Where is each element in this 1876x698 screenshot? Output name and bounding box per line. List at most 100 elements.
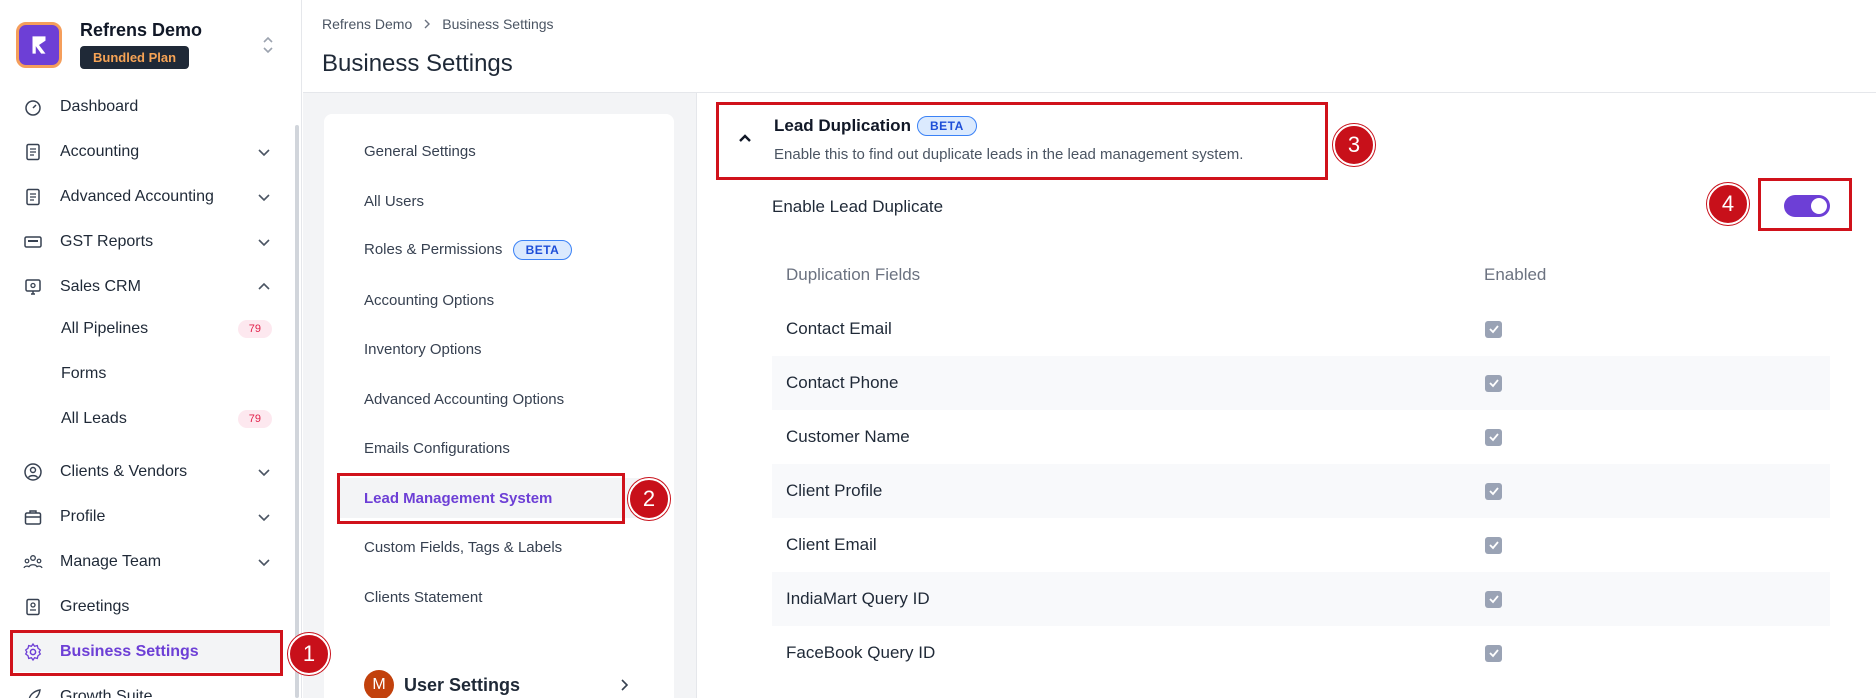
chevron-down-icon <box>256 509 272 525</box>
column-header-enabled: Enabled <box>1484 265 1547 284</box>
sidebar-item-accounting[interactable]: Accounting <box>10 132 282 172</box>
count-badge: 79 <box>237 410 272 428</box>
settings-item-label: Inventory Options <box>364 340 482 358</box>
panel-divider <box>696 93 697 698</box>
sidebar-item-forms[interactable]: Forms <box>10 354 282 394</box>
field-enabled-checkbox[interactable] <box>1485 482 1502 500</box>
chevron-up-icon <box>256 279 272 295</box>
settings-item-label: Roles & Permissions <box>364 240 503 258</box>
sidebar-item-sales-crm[interactable]: Sales CRM <box>10 267 282 307</box>
chevron-right-icon <box>422 17 432 32</box>
enable-lead-duplicate-toggle[interactable] <box>1784 195 1830 217</box>
settings-item-lead-management-system[interactable]: Lead Management System <box>340 478 640 518</box>
sidebar-scrollbar[interactable] <box>295 125 299 698</box>
field-enabled-checkbox[interactable] <box>1485 536 1502 554</box>
field-name: Customer Name <box>786 427 910 446</box>
settings-item-roles-permissions[interactable]: Roles & Permissions BETA <box>340 230 640 270</box>
sidebar-item-clients-vendors[interactable]: Clients & Vendors <box>10 452 282 492</box>
settings-item-inventory-options[interactable]: Inventory Options <box>340 329 640 369</box>
settings-item-general[interactable]: General Settings <box>340 131 640 171</box>
step-marker-4: 4 <box>1707 183 1749 225</box>
sidebar-item-dashboard[interactable]: Dashboard <box>10 87 282 127</box>
field-name: FaceBook Query ID <box>786 643 936 662</box>
table-row: Contact Phone <box>772 356 1830 410</box>
field-name: Contact Phone <box>786 373 899 392</box>
field-name: Client Email <box>786 535 877 554</box>
table-row: FaceBook Query ID <box>772 626 1830 680</box>
sidebar-item-label: Forms <box>61 365 107 382</box>
avatar: M <box>364 670 394 698</box>
table-row: Client Profile <box>772 464 1830 518</box>
chevron-down-icon <box>256 554 272 570</box>
field-enabled-checkbox[interactable] <box>1485 320 1502 338</box>
chevron-down-icon <box>256 234 272 250</box>
sidebar-item-label: All Leads <box>61 410 127 427</box>
sidebar-item-greetings[interactable]: Greetings <box>10 587 282 627</box>
breadcrumb-item[interactable]: Refrens Demo <box>322 16 412 32</box>
user-settings-link[interactable]: M User Settings <box>364 669 654 698</box>
sidebar-item-label: Manage Team <box>60 553 162 570</box>
step-marker-3: 3 <box>1333 124 1375 166</box>
field-name: Contact Email <box>786 319 892 338</box>
page-title: Business Settings <box>322 50 513 77</box>
dashboard-icon <box>22 96 44 118</box>
app-root: Refrens Demo Bundled Plan Dashboard Acco… <box>0 0 1876 698</box>
settings-item-advanced-accounting-options[interactable]: Advanced Accounting Options <box>340 379 640 419</box>
settings-item-custom-fields[interactable]: Custom Fields, Tags & Labels <box>340 527 640 567</box>
table-header: Duplication Fields Enabled <box>772 248 1830 302</box>
chevron-up-icon[interactable] <box>736 129 754 147</box>
sidebar-item-profile[interactable]: Profile <box>10 497 282 537</box>
chevron-up-down-icon[interactable] <box>260 33 276 57</box>
duplication-fields-table: Duplication Fields Enabled Contact Email… <box>772 248 1830 680</box>
settings-item-label: Accounting Options <box>364 291 495 309</box>
settings-item-clients-statement[interactable]: Clients Statement <box>340 577 640 617</box>
sidebar-item-gst-reports[interactable]: GST Reports <box>10 222 282 262</box>
settings-item-accounting-options[interactable]: Accounting Options <box>340 280 640 320</box>
settings-menu: General Settings All Users Roles & Permi… <box>324 114 674 698</box>
field-name: Client Profile <box>786 481 883 500</box>
sidebar-item-growth-suite[interactable]: Growth Suite <box>10 677 282 698</box>
sidebar-item-label: Advanced Accounting <box>60 188 214 205</box>
table-row: IndiaMart Query ID <box>772 572 1830 626</box>
beta-badge: BETA <box>512 240 573 260</box>
sidebar-item-business-settings[interactable]: Business Settings <box>10 632 282 672</box>
org-name: Refrens Demo <box>80 20 203 40</box>
column-header-fields: Duplication Fields <box>786 265 921 284</box>
settings-item-label: All Users <box>364 192 425 210</box>
breadcrumb: Refrens Demo Business Settings <box>322 16 554 32</box>
field-enabled-checkbox[interactable] <box>1485 590 1502 608</box>
settings-item-emails-configurations[interactable]: Emails Configurations <box>340 428 640 468</box>
gear-icon <box>22 641 44 663</box>
sidebar-item-label: Growth Suite <box>60 688 153 698</box>
chevron-right-icon <box>616 677 632 693</box>
table-row: Customer Name <box>772 410 1830 464</box>
sidebar-item-label: Clients & Vendors <box>60 463 188 480</box>
field-enabled-checkbox[interactable] <box>1485 428 1502 446</box>
sidebar-item-label: Greetings <box>60 598 130 615</box>
org-switcher[interactable]: Refrens Demo Bundled Plan <box>16 18 286 74</box>
chevron-down-icon <box>256 189 272 205</box>
chevron-down-icon <box>256 144 272 160</box>
plan-badge: Bundled Plan <box>80 46 190 69</box>
sidebar-item-advanced-accounting[interactable]: Advanced Accounting <box>10 177 282 217</box>
settings-item-label: Emails Configurations <box>364 439 510 457</box>
lead-duplication-header[interactable]: Lead Duplication BETA Enable this to fin… <box>716 102 1328 180</box>
user-circle-icon <box>22 461 44 483</box>
breadcrumb-item: Business Settings <box>442 16 554 32</box>
field-enabled-checkbox[interactable] <box>1485 374 1502 392</box>
sidebar-item-all-leads[interactable]: All Leads 79 <box>10 399 282 439</box>
toggle-knob <box>1811 198 1827 214</box>
greeting-card-icon <box>22 596 44 618</box>
gst-icon <box>22 231 44 253</box>
sidebar-item-all-pipelines[interactable]: All Pipelines 79 <box>10 309 282 349</box>
field-enabled-checkbox[interactable] <box>1485 644 1502 662</box>
count-badge: 79 <box>237 320 272 338</box>
team-icon <box>22 551 44 573</box>
section-title: Lead Duplication <box>774 116 911 135</box>
section-description: Enable this to find out duplicate leads … <box>774 146 1244 163</box>
sidebar-item-label: Dashboard <box>60 98 139 115</box>
refrens-logo-icon <box>16 22 62 68</box>
settings-item-all-users[interactable]: All Users <box>340 181 640 221</box>
sidebar-item-label: GST Reports <box>60 233 154 250</box>
sidebar-item-manage-team[interactable]: Manage Team <box>10 542 282 582</box>
